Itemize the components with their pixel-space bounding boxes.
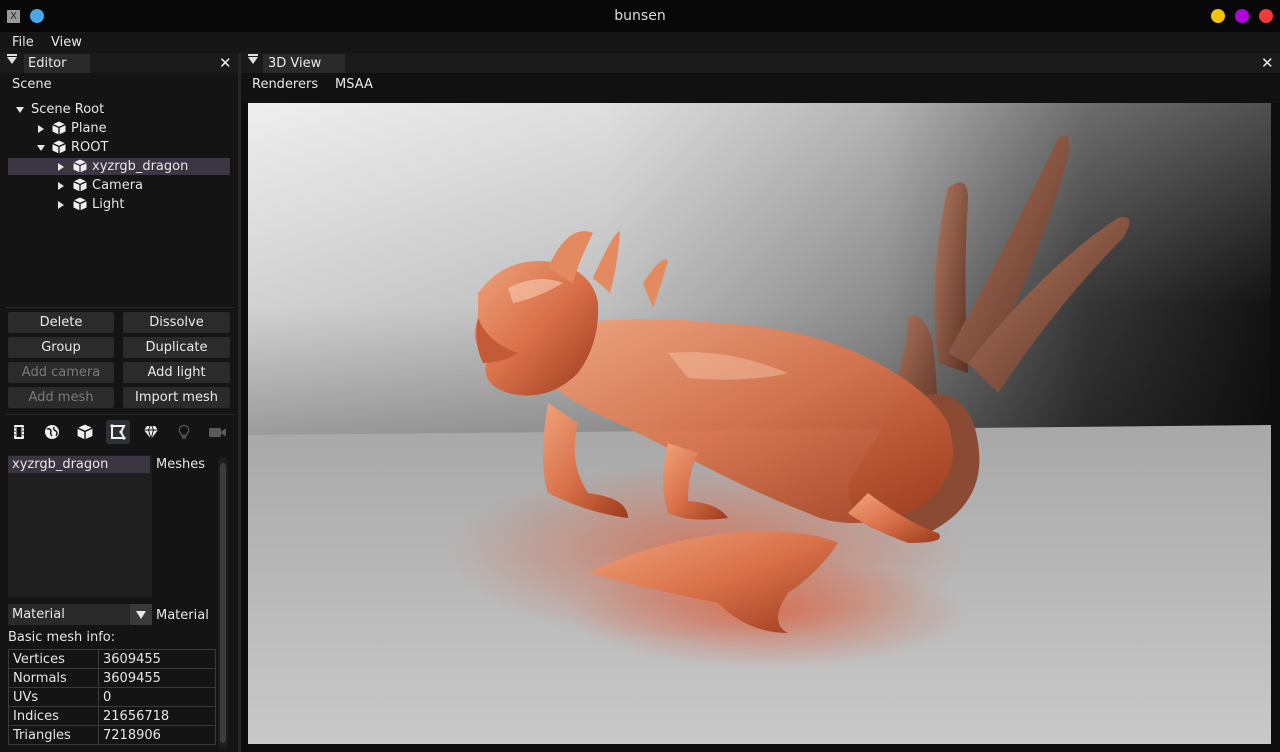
tree-item-scene-root[interactable]: Scene Root <box>14 101 214 118</box>
material-select[interactable]: Material <box>8 604 130 625</box>
divider <box>6 307 234 308</box>
render-viewport[interactable] <box>248 103 1271 744</box>
tree-item-camera[interactable]: Camera <box>55 177 225 194</box>
tree-item-root[interactable]: ROOT <box>34 139 214 156</box>
tree-item-light[interactable]: Light <box>55 196 225 213</box>
gem-icon <box>144 425 158 440</box>
tab-material[interactable] <box>139 420 163 444</box>
cube-icon <box>73 197 87 211</box>
tree-item-plane[interactable]: Plane <box>34 120 214 137</box>
add-light-button[interactable]: Add light <box>123 362 230 383</box>
import-mesh-button[interactable]: Import mesh <box>123 387 230 408</box>
table-row: Indices 21656718 <box>8 706 216 726</box>
tab-render-settings[interactable] <box>7 420 31 444</box>
tab-light[interactable] <box>172 420 196 444</box>
menu-file[interactable]: File <box>12 35 34 50</box>
expand-icon[interactable] <box>38 125 44 133</box>
tab-world[interactable] <box>40 420 64 444</box>
maximize-button[interactable] <box>1235 9 1249 23</box>
view-menu-bar: Renderers MSAA <box>241 73 1280 103</box>
tab-camera[interactable] <box>205 420 229 444</box>
table-row: Triangles 7218906 <box>8 725 216 745</box>
chevron-down-icon[interactable] <box>130 604 152 625</box>
cube-icon <box>52 121 66 135</box>
film-strip-icon <box>14 425 24 439</box>
editor-panel: Editor ✕ Scene Scene Root Plane ROOT xyz… <box>0 53 238 752</box>
divider <box>6 414 234 415</box>
tab-object[interactable] <box>73 420 97 444</box>
mesh-shape-icon <box>110 424 126 440</box>
dissolve-button[interactable]: Dissolve <box>123 312 230 333</box>
expand-icon[interactable] <box>37 145 45 151</box>
tab-mesh[interactable] <box>106 420 130 444</box>
delete-button[interactable]: Delete <box>8 312 114 333</box>
panel-splitter[interactable] <box>238 53 241 752</box>
close-icon[interactable]: ✕ <box>1261 55 1274 71</box>
menu-msaa[interactable]: MSAA <box>335 77 373 92</box>
collapse-icon[interactable] <box>7 54 17 64</box>
list-item[interactable]: xyzrgb_dragon <box>8 456 150 473</box>
cube-icon <box>77 424 93 440</box>
cube-icon <box>73 159 87 173</box>
tab-editor[interactable]: Editor <box>24 54 90 73</box>
close-window-button[interactable] <box>1259 9 1273 23</box>
table-row: UVs 0 <box>8 687 216 707</box>
material-label: Material <box>156 608 209 623</box>
editor-header: Editor ✕ <box>0 53 238 73</box>
tab-3d-view[interactable]: 3D View <box>263 54 345 73</box>
mesh-list[interactable]: xyzrgb_dragon <box>8 455 152 597</box>
window-title: bunsen <box>614 8 666 24</box>
tree-item-dragon[interactable]: xyzrgb_dragon <box>8 158 230 175</box>
title-bar: X bunsen <box>0 0 1280 32</box>
group-button[interactable]: Group <box>8 337 114 358</box>
view-header: 3D View ✕ <box>241 53 1280 73</box>
rendered-scene <box>248 135 1271 744</box>
scene-label: Scene <box>12 77 52 92</box>
duplicate-button[interactable]: Duplicate <box>123 337 230 358</box>
expand-icon[interactable] <box>58 163 64 171</box>
table-row: Normals 3609455 <box>8 668 216 688</box>
expand-icon[interactable] <box>58 201 64 209</box>
scrollbar-thumb[interactable] <box>220 463 226 743</box>
collapse-icon[interactable] <box>248 54 258 64</box>
menu-bar: File View <box>0 32 1280 53</box>
meshes-label: Meshes <box>156 457 205 472</box>
expand-icon[interactable] <box>58 182 64 190</box>
globe-icon <box>45 425 59 439</box>
cube-icon <box>52 140 66 154</box>
menu-view[interactable]: View <box>51 35 82 50</box>
lightbulb-icon <box>178 424 190 439</box>
menu-renderers[interactable]: Renderers <box>252 77 318 92</box>
mesh-info-table: Vertices 3609455 Normals 3609455 UVs 0 Indi… <box>8 649 216 745</box>
mesh-info-title: Basic mesh info: <box>8 630 116 645</box>
add-camera-button[interactable]: Add camera <box>8 362 114 383</box>
close-icon[interactable]: ✕ <box>219 55 232 71</box>
table-row: Vertices 3609455 <box>8 649 216 669</box>
cube-icon <box>73 178 87 192</box>
add-mesh-button[interactable]: Add mesh <box>8 387 114 408</box>
expand-icon[interactable] <box>16 107 24 113</box>
video-camera-icon <box>209 428 226 437</box>
minimize-button[interactable] <box>1211 9 1225 23</box>
